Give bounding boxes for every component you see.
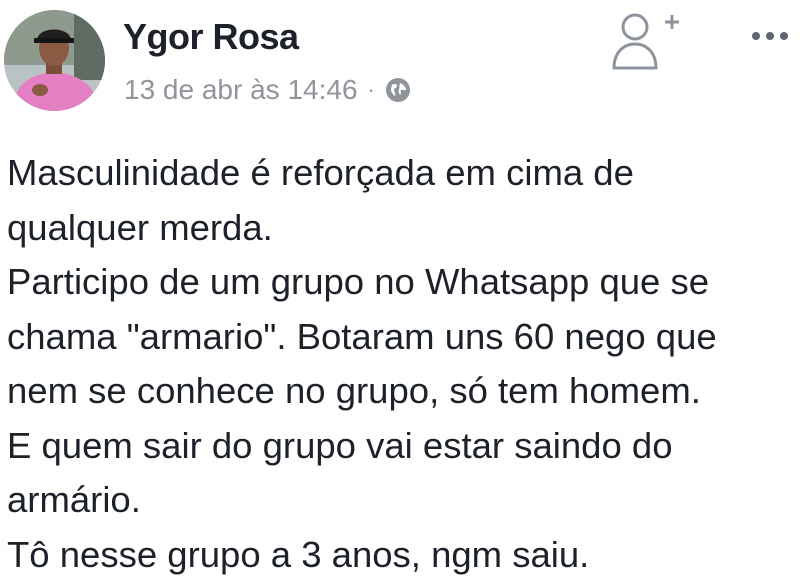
post-timestamp[interactable]: 13 de abr às 14:46 <box>124 74 358 106</box>
post-paragraph: Masculinidade é reforçada em cima de qua… <box>7 152 634 248</box>
globe-icon[interactable] <box>385 77 411 103</box>
profile-photo <box>4 10 105 111</box>
post-paragraph: E quem sair do grupo vai estar saindo do… <box>7 424 673 521</box>
add-friend-icon[interactable] <box>608 8 692 72</box>
post-body: Masculinidade é reforçada em cima de qua… <box>7 146 797 582</box>
post-paragraph: Participo de um grupo no Whatsapp que se… <box>7 261 717 411</box>
more-options-icon[interactable] <box>748 22 792 50</box>
facebook-post: Ygor Rosa 13 de abr às 14:46 · Masculini… <box>0 0 800 587</box>
avatar[interactable] <box>4 10 105 111</box>
post-paragraph: Tô nesse grupo a 3 anos, ngm saiu. <box>7 533 590 575</box>
author-name[interactable]: Ygor Rosa <box>123 14 299 60</box>
meta-separator: · <box>367 77 375 102</box>
post-meta: 13 de abr às 14:46 · <box>124 70 411 110</box>
